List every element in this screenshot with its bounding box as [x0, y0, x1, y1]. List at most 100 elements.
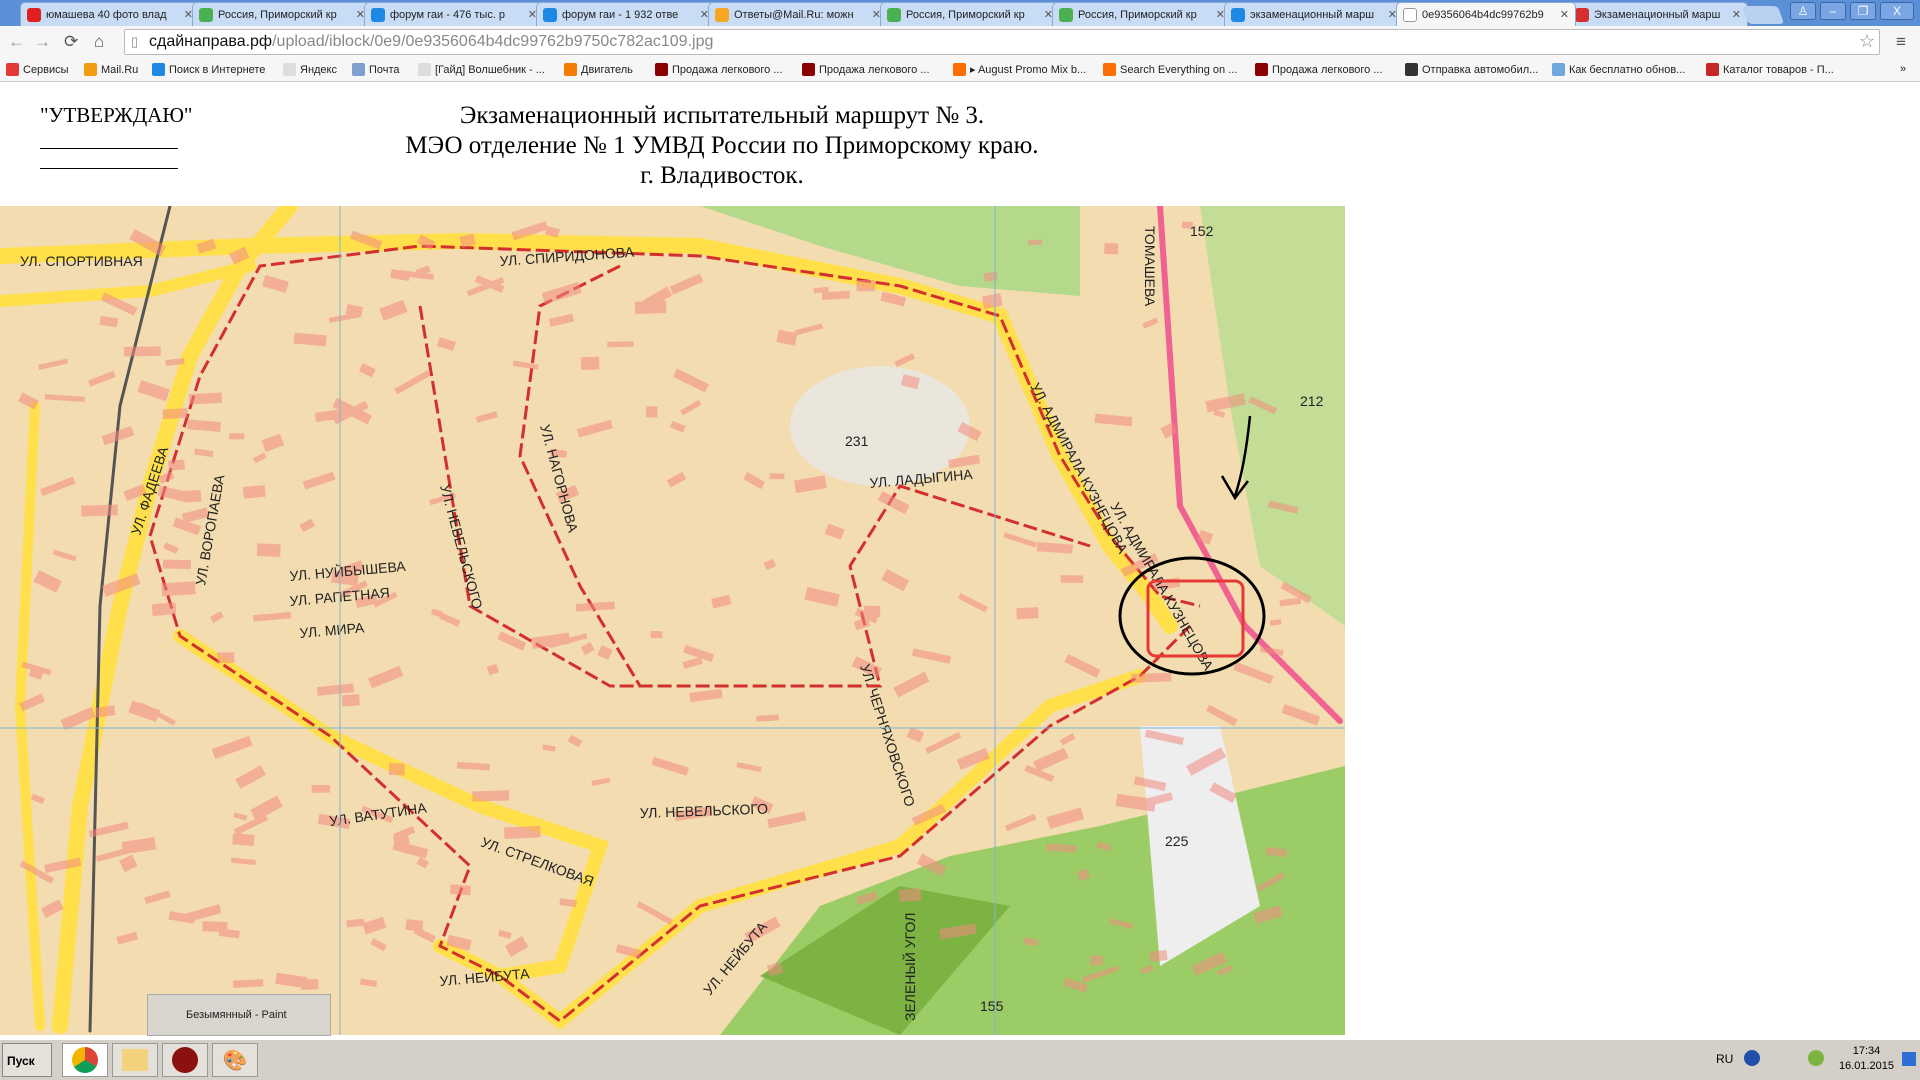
- reload-icon[interactable]: ⟳: [64, 32, 78, 52]
- building: [168, 459, 185, 471]
- bookmark-icon: [1405, 63, 1418, 76]
- bookmark-item[interactable]: ▸ August Promo Mix b...: [953, 63, 1086, 76]
- building: [52, 549, 77, 562]
- menu-icon[interactable]: ≡: [1896, 32, 1906, 52]
- tab[interactable]: Экзаменационный марш ✕: [1568, 2, 1748, 26]
- search-icon: [371, 7, 385, 22]
- close-tab-icon[interactable]: ✕: [1560, 8, 1569, 21]
- bookmark-item[interactable]: Яндекс: [283, 63, 337, 76]
- building: [311, 784, 331, 793]
- street-label: УЛ. НЕВЕЛЬСКОГО: [640, 801, 769, 821]
- paint-taskbar-button[interactable]: 🎨: [212, 1043, 258, 1077]
- building: [38, 358, 69, 370]
- address-bar[interactable]: ▯ сдайнаправа.рф/upload/iblock/0e9/0e935…: [124, 29, 1880, 55]
- clock-time: 17:34: [1852, 1045, 1881, 1057]
- taskbar-preview-paint[interactable]: Безымянный - Paint: [147, 994, 331, 1036]
- clock[interactable]: 17:34 16.01.2015: [1839, 1044, 1894, 1074]
- building: [128, 700, 161, 723]
- bookmarks-more-button[interactable]: »: [1900, 63, 1906, 75]
- chrome-taskbar-button[interactable]: [62, 1043, 108, 1077]
- star-icon[interactable]: ☆: [1859, 31, 1875, 52]
- building: [33, 570, 62, 593]
- building: [44, 394, 85, 403]
- bookmark-item[interactable]: Почта: [352, 63, 400, 76]
- street-label: ЗЕЛЕНЫЙ УГОЛ: [901, 913, 918, 1021]
- building: [1205, 704, 1238, 726]
- bookmark-item[interactable]: Сервисы: [6, 63, 69, 76]
- bookmark-item[interactable]: Поиск в Интернете: [152, 63, 265, 76]
- building: [456, 761, 490, 771]
- building: [794, 323, 823, 336]
- building: [256, 543, 281, 558]
- building: [1094, 413, 1133, 427]
- bookmark-item[interactable]: Search Everything on ...: [1103, 63, 1237, 76]
- tab[interactable]: форум гаи - 476 тыс. р ✕: [364, 2, 544, 26]
- tab[interactable]: форум гаи - 1 932 отве ✕: [536, 2, 716, 26]
- building: [666, 471, 687, 488]
- tab[interactable]: юмашева 40 фото влад ✕: [20, 2, 200, 26]
- building: [486, 663, 500, 676]
- bookmark-item[interactable]: Отправка автомобил...: [1405, 63, 1538, 76]
- building: [1033, 747, 1069, 772]
- building: [161, 581, 196, 597]
- building: [893, 671, 930, 698]
- building: [769, 473, 785, 480]
- building: [541, 281, 582, 305]
- building: [202, 921, 228, 933]
- help-tray-icon[interactable]: [1744, 1050, 1760, 1066]
- bookmark-item[interactable]: Двигатель: [564, 63, 633, 76]
- back-icon[interactable]: ←: [8, 32, 25, 52]
- bookmark-item[interactable]: Mail.Ru: [84, 63, 138, 76]
- tab[interactable]: Россия, Приморский кр ✕: [880, 2, 1060, 26]
- bookmark-item[interactable]: Каталог товаров - П...: [1706, 63, 1834, 76]
- close-window-button[interactable]: X: [1880, 2, 1914, 20]
- taskbar: Пуск 🎨 RU 17:34 16.01.2015: [0, 1038, 1920, 1080]
- tab[interactable]: 0e9356064b4dc99762b9 ✕: [1396, 2, 1576, 26]
- building: [636, 901, 674, 926]
- tab-label: Ответы@Mail.Ru: можн: [734, 8, 854, 21]
- home-icon[interactable]: ⌂: [94, 32, 104, 52]
- user-button[interactable]: ♙: [1790, 2, 1816, 20]
- forward-icon[interactable]: →: [34, 32, 51, 52]
- building: [390, 268, 411, 282]
- tab[interactable]: Россия, Приморский кр ✕: [1052, 2, 1232, 26]
- building: [575, 601, 615, 612]
- building: [367, 665, 404, 689]
- bookmark-item[interactable]: Продажа легкового ...: [1255, 63, 1383, 76]
- road: [14, 401, 45, 1031]
- network-tray-icon[interactable]: [1808, 1050, 1824, 1066]
- bookmarks-bar: Сервисы Mail.Ru Поиск в Интернете Яндекс Поч…: [0, 58, 1920, 82]
- bookmark-item[interactable]: [Гайд] Волшебник - ...: [418, 63, 545, 76]
- building: [763, 558, 777, 571]
- new-tab-button[interactable]: [1741, 6, 1785, 24]
- road: [0, 260, 256, 307]
- tab[interactable]: экзаменационный марш ✕: [1224, 2, 1404, 26]
- bookmark-item[interactable]: Как бесплатно обнов...: [1552, 63, 1685, 76]
- question-icon: [715, 7, 729, 22]
- maximize-button[interactable]: ❐: [1850, 2, 1876, 20]
- title-line: МЭО отделение № 1 УМВД России по Приморс…: [405, 132, 1039, 159]
- building: [88, 370, 116, 387]
- tab[interactable]: Россия, Приморский кр ✕: [192, 2, 372, 26]
- building: [472, 790, 510, 802]
- address-path: /upload/iblock/0e9/0e9356064b4dc99762b97…: [272, 33, 714, 50]
- bookmark-label: [Гайд] Волшебник - ...: [435, 63, 545, 76]
- building: [821, 290, 850, 300]
- bookmark-item[interactable]: Продажа легкового ...: [802, 63, 930, 76]
- building: [151, 602, 177, 617]
- explorer-taskbar-button[interactable]: [112, 1043, 158, 1077]
- start-button[interactable]: Пуск: [2, 1043, 52, 1077]
- street-label: УЛ. АДМИРАЛА КУЗНЕЦОВА: [1107, 500, 1217, 674]
- language-indicator[interactable]: RU: [1716, 1052, 1733, 1066]
- street-label: ТОМАШЕВА: [1142, 226, 1158, 307]
- building: [1279, 597, 1301, 607]
- tab[interactable]: Ответы@Mail.Ru: можн ✕: [708, 2, 888, 26]
- paint-icon: 🎨: [222, 1049, 248, 1072]
- paint-window-title: Безымянный - Paint: [186, 1009, 287, 1021]
- app-taskbar-button[interactable]: [162, 1043, 208, 1077]
- bookmark-item[interactable]: Продажа легкового ...: [655, 63, 783, 76]
- minimize-button[interactable]: –: [1820, 2, 1846, 20]
- building: [231, 857, 256, 866]
- show-desktop-icon[interactable]: [1902, 1052, 1916, 1066]
- close-tab-icon[interactable]: ✕: [1732, 8, 1741, 21]
